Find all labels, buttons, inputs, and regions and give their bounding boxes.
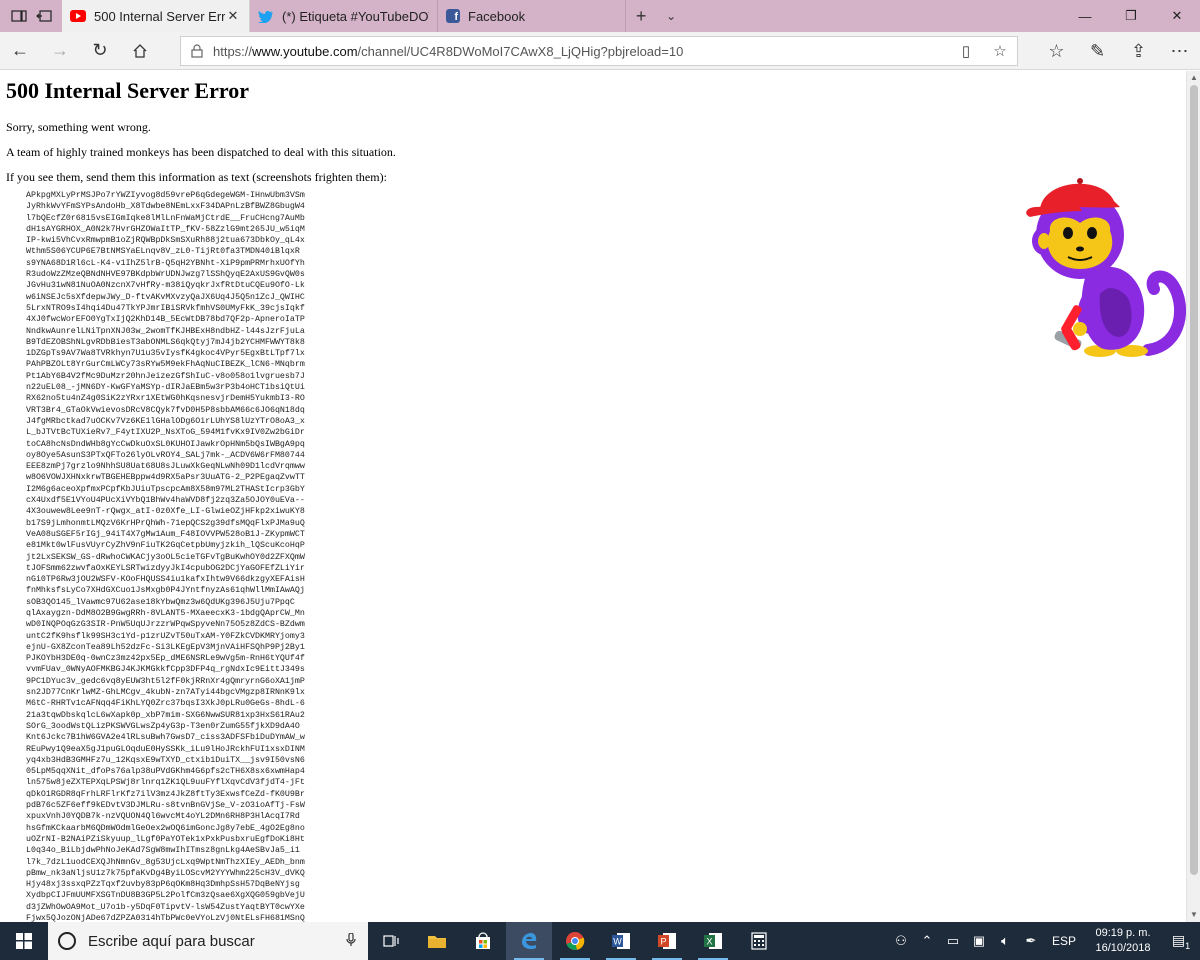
minimize-button[interactable]: — [1062,0,1108,32]
restore-tabs-icon[interactable] [35,7,53,25]
restore-button[interactable]: ❐ [1108,0,1154,32]
start-button[interactable] [0,922,48,960]
svg-text:X: X [706,937,712,947]
microphone-icon[interactable] [344,931,358,950]
address-bar[interactable]: https://www.youtube.com/channel/UC4R8DWo… [180,36,1018,66]
edge-browser-icon[interactable] [506,922,552,960]
scroll-up-arrow-icon[interactable]: ▲ [1187,71,1200,85]
new-tab-icon[interactable]: + [636,6,647,27]
tab-facebook[interactable]: f Facebook [438,0,626,32]
facebook-favicon-icon: f [446,9,460,23]
url-scheme: https:// [213,43,253,59]
twitter-favicon-icon [258,10,274,24]
windows-taskbar: Escribe aquí para buscar W P X ⚇ ⌃ ▭ ▣ 🔈… [0,922,1200,960]
network-icon[interactable]: ▣ [966,933,992,949]
action-center-icon[interactable]: ▤1 [1162,932,1200,951]
taskbar-search-box[interactable]: Escribe aquí para buscar [48,922,368,960]
new-tab-area: + ⌄ [626,0,686,32]
word-icon[interactable]: W [598,922,644,960]
favorite-star-icon[interactable]: ☆ [983,42,1017,60]
error-debug-text: APkpgMXLyPrMSJPo7rYWZIyvog8d59vreP6qGdeg… [26,191,305,922]
more-menu-icon[interactable]: ⋯ [1159,32,1200,70]
tab-twitter[interactable]: (*) Etiqueta #YouTubeDOWI [250,0,438,32]
monkey-illustration-icon [1026,178,1186,357]
show-hidden-icons-chevron-icon[interactable]: ⌃ [914,933,940,949]
web-note-icon[interactable]: ✎ [1077,32,1118,70]
close-tab-icon[interactable]: ✕ [225,8,241,24]
clock-date: 16/10/2018 [1095,942,1151,954]
reading-view-icon[interactable]: ▯ [949,42,983,60]
cortana-icon [58,932,76,950]
store-icon[interactable] [460,922,506,960]
refresh-button[interactable]: ↻ [80,32,120,70]
powerpoint-icon[interactable]: P [644,922,690,960]
system-tray: ⚇ ⌃ ▭ ▣ 🔈︎ ✒ ESP 09:19 p. m. 16/10/2018 … [888,922,1200,960]
home-button[interactable] [120,32,160,70]
battery-icon[interactable]: ▭ [940,933,966,949]
tab-actions [0,0,62,32]
tab-title: 500 Internal Server Erro [94,8,225,24]
tab-title: (*) Etiqueta #YouTubeDOWI [282,8,429,24]
page-title: 500 Internal Server Error [6,78,249,103]
favorites-hub-icon[interactable]: ☆ [1036,32,1077,70]
tab-preview-chevron-icon[interactable]: ⌄ [666,9,676,23]
browser-tab-bar: 500 Internal Server Erro ✕ (*) Etiqueta … [0,0,1200,32]
people-icon[interactable]: ⚇ [888,933,914,949]
tab-title: Facebook [468,8,526,24]
page-scrollbar[interactable]: ▲ ▼ [1186,71,1200,922]
error-message-1: Sorry, something went wrong. [6,120,151,134]
clock[interactable]: 09:19 p. m. 16/10/2018 [1084,926,1162,956]
back-button[interactable]: ← [0,32,40,70]
svg-text:P: P [660,937,666,947]
notification-count: 1 [1185,940,1191,951]
scroll-down-arrow-icon[interactable]: ▼ [1187,908,1200,922]
toolbar-right: ☆ ✎ ⇪ ⋯ [1036,32,1200,70]
calculator-icon[interactable] [736,922,782,960]
clock-time: 09:19 p. m. [1095,927,1151,939]
windows-logo-icon [16,933,32,949]
error-message-3: If you see them, send them this informat… [6,170,387,184]
chrome-icon[interactable] [552,922,598,960]
close-window-button[interactable]: ✕ [1154,0,1200,32]
error-message-2: A team of highly trained monkeys has bee… [6,145,396,159]
tabs-aside-icon[interactable] [10,7,28,25]
lock-icon [191,44,203,58]
tab-youtube[interactable]: 500 Internal Server Erro ✕ [62,0,250,32]
scrollbar-thumb[interactable] [1190,85,1198,875]
search-placeholder: Escribe aquí para buscar [88,932,255,950]
url-path: /channel/UC4R8DWoMoI7CAwX8_LjQHig?pbjrel… [357,43,684,59]
url-host: www.youtube.com [252,43,358,59]
input-language[interactable]: ESP [1044,934,1084,948]
share-icon[interactable]: ⇪ [1118,32,1159,70]
svg-text:W: W [613,937,622,947]
page-content: 500 Internal Server Error Sorry, somethi… [0,71,1186,922]
youtube-favicon-icon [70,10,86,22]
pen-workspace-icon[interactable]: ✒ [1018,933,1044,949]
forward-button[interactable]: → [40,32,80,70]
volume-icon[interactable]: 🔈︎ [992,933,1018,949]
file-explorer-icon[interactable] [414,922,460,960]
browser-nav-bar: ← → ↻ https://www.youtube.com/channel/UC… [0,32,1200,70]
task-view-icon[interactable] [368,922,414,960]
url-text: https://www.youtube.com/channel/UC4R8DWo… [213,44,949,59]
excel-icon[interactable]: X [690,922,736,960]
